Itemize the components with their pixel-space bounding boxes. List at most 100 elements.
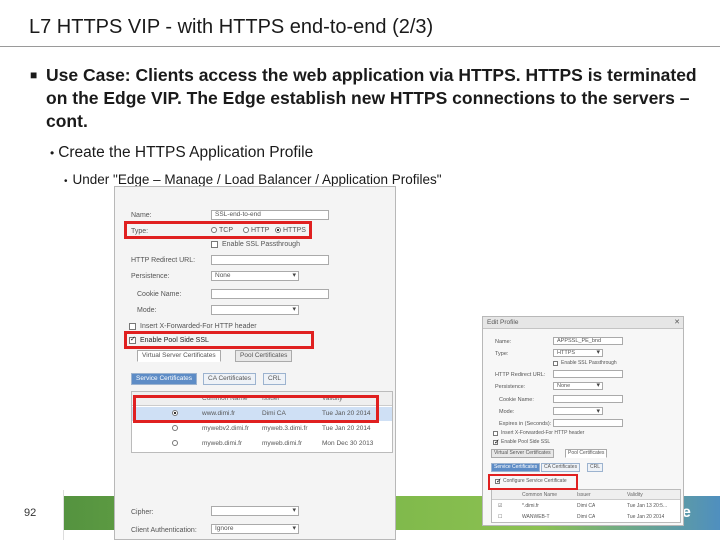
table-row[interactable]: ☐ WANWEB-T Dimi CA Tue Jan 20 2014: [492, 512, 680, 522]
name-label: Name:: [495, 339, 512, 345]
table-cell: Dimi CA: [577, 514, 596, 520]
column-header: Validity: [322, 395, 343, 402]
tab-pool-certificates[interactable]: Pool Certificates: [565, 449, 608, 458]
name-label: Name:: [131, 212, 152, 219]
table-cell: Tue Jan 13 20:5...: [627, 503, 668, 509]
type-https-label: HTTPS: [283, 227, 306, 234]
certificate-table: Common Name Issuer Validity www.dimi.fr …: [131, 391, 393, 453]
subtab-crl[interactable]: CRL: [263, 373, 287, 385]
expires-input[interactable]: [553, 419, 623, 427]
mode-select[interactable]: [553, 407, 603, 415]
cookie-input[interactable]: [553, 395, 623, 403]
redirect-input[interactable]: [553, 370, 623, 378]
type-label: Type:: [131, 228, 149, 235]
table-row[interactable]: ☑ *.dimi.fr Dimi CA Tue Jan 13 20:5...: [492, 501, 680, 511]
mode-label: Mode:: [137, 307, 157, 314]
table-cell: mywebv2.dimi.fr: [202, 425, 249, 432]
tab-pool-certificates[interactable]: Pool Certificates: [235, 350, 293, 362]
cookie-label: Cookie Name:: [499, 397, 534, 403]
insert-xff-checkbox[interactable]: [493, 431, 498, 436]
passthrough-label: Enable SSL Passthrough: [561, 360, 617, 366]
right-edit-profile-dialog: Edit Profile ✕ Name: APPSSL_PE_bnd Type: …: [482, 316, 684, 526]
bullet-create-profile: • Create the HTTPS Application Profile: [50, 144, 313, 162]
radio-icon: [172, 440, 178, 447]
bullet-use-case: ■ Use Case: Clients access the web appli…: [30, 64, 710, 133]
tab-virtual-server-certificates[interactable]: Virtual Server Certificates: [137, 350, 221, 362]
table-cell: WANWEB-T: [522, 514, 550, 520]
radio-icon: [211, 227, 217, 234]
table-cell: Mon Dec 30 2013: [322, 440, 374, 447]
bullet-under-path: • Under "Edge – Manage / Load Balancer / …: [64, 172, 442, 187]
slide-title: L7 HTTPS VIP - with HTTPS end-to-end (2/…: [29, 16, 434, 38]
table-row[interactable]: mywebv2.dimi.fr myweb.3.dimi.fr Tue Jan …: [132, 422, 392, 436]
expires-label: Expires in (Seconds):: [499, 421, 552, 427]
bullet-dot-icon: •: [64, 176, 68, 187]
pool-certificate-table: Common Name Issuer Validity ☑ *.dimi.fr …: [491, 489, 681, 523]
mode-select[interactable]: [211, 305, 299, 315]
table-cell: Dimi CA: [577, 503, 596, 509]
passthrough-label: Enable SSL Passthrough: [222, 241, 300, 248]
row-radio[interactable]: [172, 437, 180, 451]
subtab-crl[interactable]: CRL: [587, 463, 604, 472]
insert-xff-label: Insert X-Forwarded-For HTTP header: [501, 430, 585, 436]
table-cell: myweb.3.dimi.fr: [262, 425, 308, 432]
persistence-select[interactable]: None: [211, 271, 299, 281]
row-radio[interactable]: [172, 407, 180, 421]
dialog-title: Edit Profile: [487, 319, 519, 326]
table-row[interactable]: www.dimi.fr Dimi CA Tue Jan 20 2014: [132, 407, 392, 421]
table-cell: www.dimi.fr: [202, 410, 236, 417]
passthrough-checkbox[interactable]: [211, 241, 218, 248]
subtab-service-certificates[interactable]: Service Certificates: [131, 373, 197, 385]
client-auth-select[interactable]: Ignore: [211, 524, 299, 534]
column-header: Common Name: [202, 395, 248, 402]
redirect-label: HTTP Redirect URL:: [131, 257, 196, 264]
name-input[interactable]: APPSSL_PE_bnd: [553, 337, 623, 345]
cookie-input[interactable]: [211, 289, 329, 299]
table-cell: Tue Jan 20 2014: [322, 425, 371, 432]
client-auth-label: Client Authentication:: [131, 527, 197, 534]
subtab-ca-certificates[interactable]: CA Certificates: [541, 463, 581, 472]
insert-xff-checkbox[interactable]: [129, 323, 136, 330]
tab-virtual-server-certificates[interactable]: Virtual Server Certificates: [491, 449, 554, 458]
column-header: Issuer: [577, 492, 591, 498]
table-cell: Tue Jan 20 2014: [322, 410, 371, 417]
column-header: Validity: [627, 492, 643, 498]
type-radio-tcp[interactable]: TCP: [211, 227, 233, 234]
insert-xff-label: Insert X-Forwarded-For HTTP header: [140, 323, 257, 330]
row-radio[interactable]: [172, 422, 180, 436]
table-cell: Tue Jan 20 2014: [627, 514, 665, 520]
table-cell: *.dimi.fr: [522, 503, 539, 509]
table-cell: Dimi CA: [262, 410, 286, 417]
table-header: Common Name Issuer Validity: [132, 392, 392, 406]
configure-cert-checkbox[interactable]: [495, 477, 502, 485]
passthrough-checkbox[interactable]: [553, 361, 558, 366]
row-checkbox[interactable]: ☐: [498, 512, 502, 522]
subtab-service-certificates[interactable]: Service Certificates: [491, 463, 541, 472]
close-icon[interactable]: ✕: [674, 317, 680, 329]
bullet-under-path-text: Under "Edge – Manage / Load Balancer / A…: [72, 172, 442, 187]
cipher-select[interactable]: [211, 506, 299, 516]
persistence-label: Persistence:: [131, 273, 170, 280]
name-input[interactable]: SSL-end-to-end: [211, 210, 329, 220]
bullet-dot-icon: •: [50, 146, 55, 160]
cookie-label: Cookie Name:: [137, 291, 182, 298]
pool-ssl-checkbox[interactable]: [493, 438, 500, 446]
radio-icon: [243, 227, 249, 234]
type-radio-https[interactable]: HTTPS: [275, 227, 306, 234]
type-radio-http[interactable]: HTTP: [243, 227, 269, 234]
subtab-ca-certificates[interactable]: CA Certificates: [203, 373, 256, 385]
type-select[interactable]: HTTPS: [553, 349, 603, 357]
pool-ssl-checkbox[interactable]: [129, 335, 136, 344]
type-label: Type:: [495, 351, 509, 357]
table-row[interactable]: myweb.dimi.fr myweb.dimi.fr Mon Dec 30 2…: [132, 437, 392, 451]
redirect-input[interactable]: [211, 255, 329, 265]
configure-cert-label: Configure Service Certificate: [503, 478, 567, 484]
persistence-select[interactable]: None: [553, 382, 603, 390]
row-checkbox[interactable]: ☑: [498, 501, 502, 511]
persistence-label: Persistence:: [495, 384, 526, 390]
column-header: Common Name: [522, 492, 558, 498]
radio-icon: [172, 425, 178, 432]
cipher-label: Cipher:: [131, 509, 154, 516]
radio-selected-icon: [172, 410, 178, 417]
dialog-titlebar: Edit Profile ✕: [483, 317, 683, 329]
